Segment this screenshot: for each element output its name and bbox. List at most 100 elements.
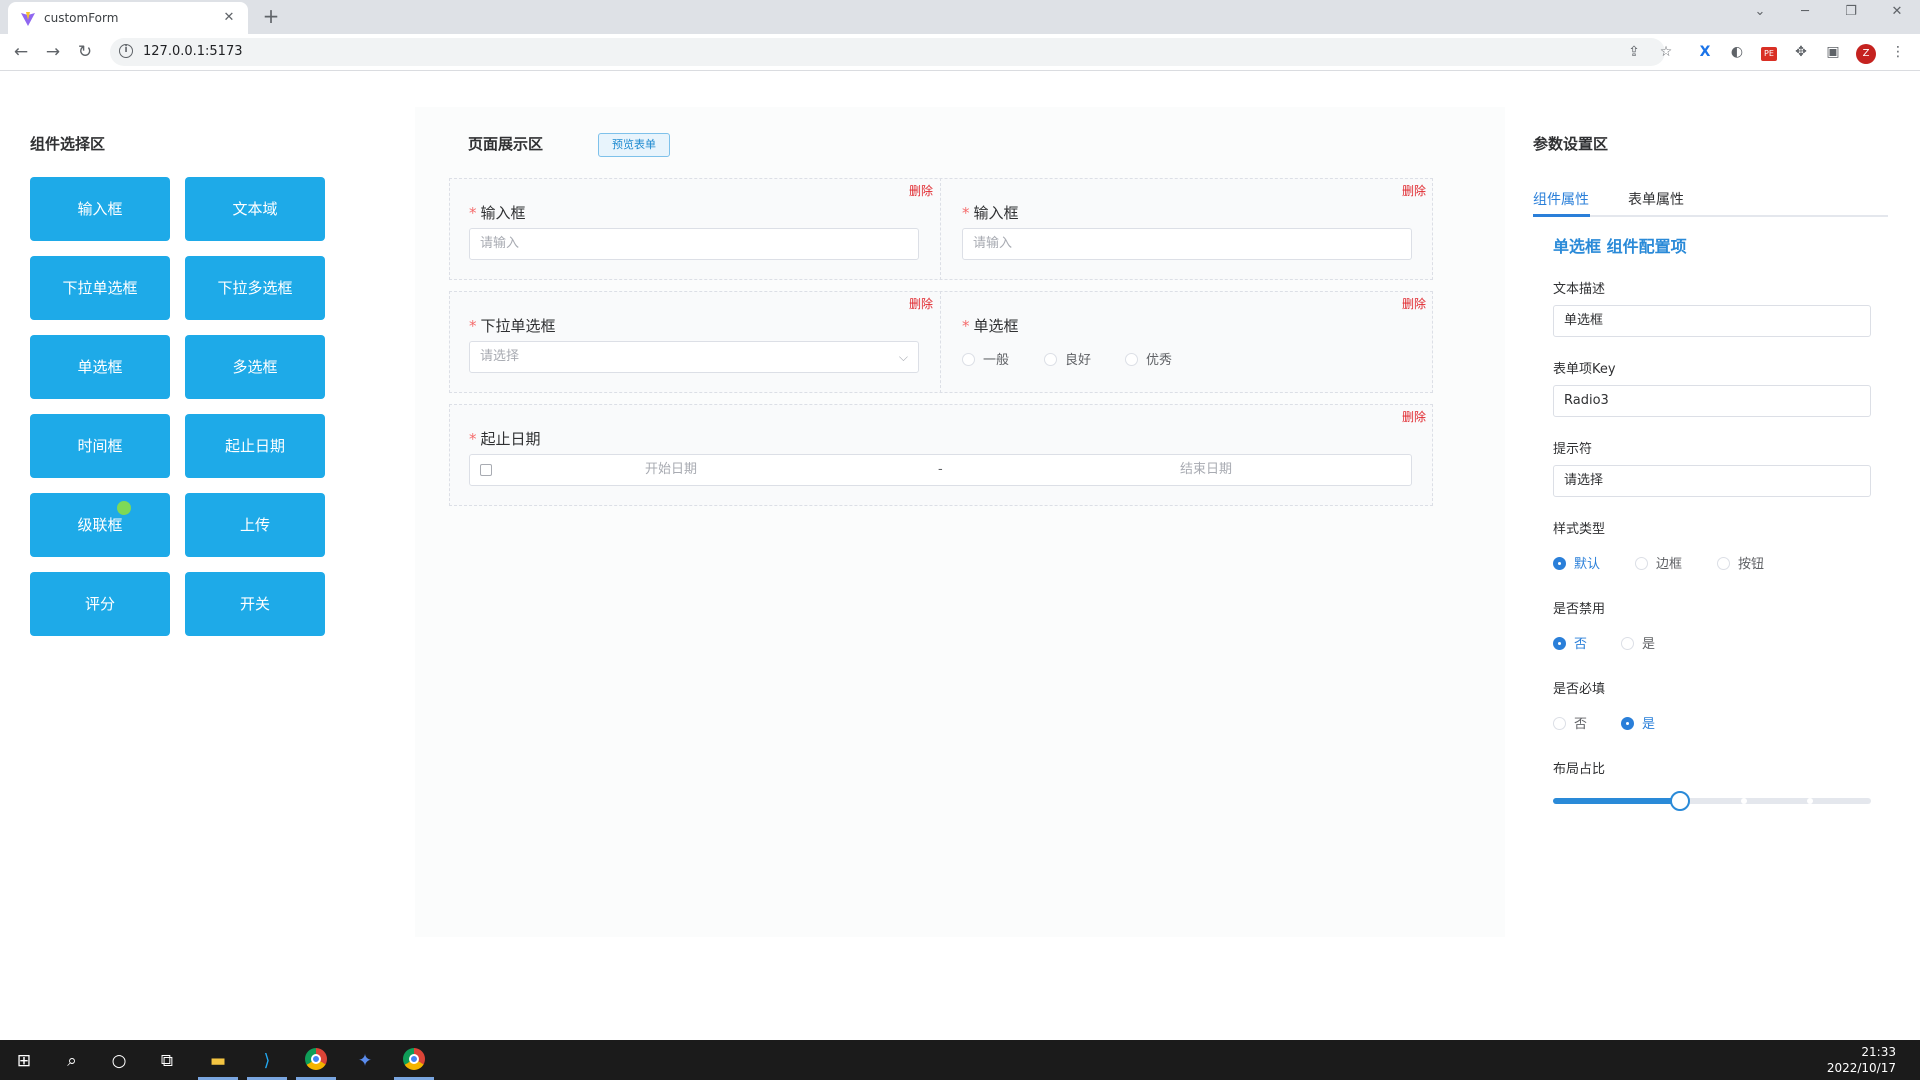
component-button-daterange[interactable]: 起止日期 <box>185 414 325 478</box>
component-button-cascader[interactable]: 级联框 <box>30 493 170 557</box>
reload-icon[interactable]: ↻ <box>74 41 96 63</box>
delete-field-button[interactable]: 删除 <box>909 182 933 199</box>
delete-field-button[interactable]: 删除 <box>909 295 933 312</box>
site-info-icon[interactable]: i <box>119 44 133 58</box>
component-button-radio[interactable]: 单选框 <box>30 335 170 399</box>
required-star: * <box>469 317 477 335</box>
required-label: 是否必填 <box>1553 682 1606 697</box>
feishu-icon[interactable]: ✦ <box>352 1048 378 1074</box>
style-option-default[interactable]: 默认 <box>1553 553 1600 572</box>
component-button-switch[interactable]: 开关 <box>185 572 325 636</box>
slider-stop <box>1741 798 1747 804</box>
radio-option[interactable]: 优秀 <box>1125 349 1172 368</box>
component-button-checkbox[interactable]: 多选框 <box>185 335 325 399</box>
extensions-puzzle-icon[interactable]: ✥ <box>1791 42 1811 62</box>
address-bar[interactable]: i 127.0.0.1:5173 <box>110 38 1665 66</box>
layout-slider-thumb[interactable] <box>1670 791 1690 811</box>
chevron-down-icon: ⌵ <box>898 350 908 364</box>
bookmark-star-icon[interactable]: ☆ <box>1656 42 1676 62</box>
text-desc-label: 文本描述 <box>1553 282 1606 297</box>
placeholder-input[interactable]: 请选择 <box>1553 465 1871 497</box>
menu-kebab-icon[interactable]: ⋮ <box>1888 42 1908 62</box>
radio-checked-icon <box>1553 557 1566 570</box>
share-icon[interactable]: ⇪ <box>1624 42 1644 62</box>
chrome-icon[interactable] <box>401 1048 427 1074</box>
slider-stop <box>1807 798 1813 804</box>
disabled-option-yes[interactable]: 是 <box>1621 633 1655 652</box>
side-panel-icon[interactable]: ▣ <box>1823 42 1843 62</box>
select-field[interactable]: 请选择 ⌵ <box>469 341 919 373</box>
minimize-icon[interactable]: ─ <box>1790 4 1820 19</box>
column-divider <box>940 291 941 393</box>
component-button-select[interactable]: 下拉单选框 <box>30 256 170 320</box>
chrome-icon[interactable] <box>303 1048 329 1074</box>
windows-start-icon[interactable]: ⊞ <box>11 1048 37 1074</box>
radio-circle-icon <box>1125 353 1138 366</box>
component-button-input[interactable]: 输入框 <box>30 177 170 241</box>
layout-ratio-label: 布局占比 <box>1553 762 1606 777</box>
component-button-multiselect[interactable]: 下拉多选框 <box>185 256 325 320</box>
new-tab-icon[interactable]: + <box>260 6 282 28</box>
layout-slider-fill <box>1553 798 1680 804</box>
delete-field-button[interactable]: 删除 <box>1402 295 1426 312</box>
field-label-input-2: * 输入框 <box>962 204 1019 222</box>
input-field-2[interactable]: 请输入 <box>962 228 1412 260</box>
config-section-title: 单选框 组件配置项 <box>1553 237 1687 256</box>
form-key-label: 表单项Key <box>1553 362 1616 377</box>
radio-option[interactable]: 良好 <box>1044 349 1091 368</box>
extension-globe-icon[interactable]: ◐ <box>1727 42 1747 62</box>
style-type-label: 样式类型 <box>1553 522 1606 537</box>
vscode-icon[interactable]: ⟩ <box>254 1048 280 1074</box>
file-explorer-icon[interactable]: ▬ <box>205 1048 231 1074</box>
required-option-yes[interactable]: 是 <box>1621 713 1655 732</box>
required-star: * <box>962 204 970 222</box>
browser-tab[interactable]: customForm ✕ <box>8 2 248 34</box>
placeholder-label: 提示符 <box>1553 442 1593 457</box>
extension-pdf-icon[interactable]: PE <box>1759 42 1779 62</box>
tab-form-props[interactable]: 表单属性 <box>1628 189 1684 209</box>
daterange-field[interactable]: 开始日期 - 结束日期 <box>469 454 1412 486</box>
search-icon[interactable]: ⌕ <box>59 1048 85 1074</box>
input-field-1[interactable]: 请输入 <box>469 228 919 260</box>
cursor-indicator <box>117 501 131 515</box>
disabled-option-no[interactable]: 否 <box>1553 633 1587 652</box>
radio-checked-icon <box>1621 717 1634 730</box>
radio-checked-icon <box>1553 637 1566 650</box>
forward-icon[interactable]: → <box>42 41 64 63</box>
delete-field-button[interactable]: 删除 <box>1402 182 1426 199</box>
component-button-textarea[interactable]: 文本域 <box>185 177 325 241</box>
end-date-placeholder: 结束日期 <box>1180 462 1233 477</box>
select-placeholder: 请选择 <box>480 349 520 364</box>
active-tab-indicator <box>1533 214 1590 217</box>
close-tab-icon[interactable]: ✕ <box>220 9 238 27</box>
radio-option[interactable]: 一般 <box>962 349 1009 368</box>
component-button-upload[interactable]: 上传 <box>185 493 325 557</box>
radio-circle-icon <box>962 353 975 366</box>
back-icon[interactable]: ← <box>10 41 32 63</box>
tab-search-icon[interactable]: ⌄ <box>1745 4 1775 19</box>
delete-field-button[interactable]: 删除 <box>1402 408 1426 425</box>
text-desc-input[interactable]: 单选框 <box>1553 305 1871 337</box>
required-option-no[interactable]: 否 <box>1553 713 1587 732</box>
style-option-border[interactable]: 边框 <box>1635 553 1682 572</box>
disabled-label: 是否禁用 <box>1553 602 1606 617</box>
style-option-button[interactable]: 按钮 <box>1717 553 1764 572</box>
system-clock[interactable]: 21:33 2022/10/17 <box>1827 1044 1896 1076</box>
vite-logo-icon <box>21 12 35 26</box>
component-button-rate[interactable]: 评分 <box>30 572 170 636</box>
tab-component-props[interactable]: 组件属性 <box>1533 189 1589 209</box>
date-separator: - <box>938 462 943 477</box>
preview-form-button[interactable]: 预览表单 <box>598 133 670 157</box>
column-divider <box>940 178 941 280</box>
form-key-input[interactable]: Radio3 <box>1553 385 1871 417</box>
restore-icon[interactable]: ❐ <box>1836 4 1866 19</box>
radio-circle-icon <box>1635 557 1648 570</box>
profile-avatar-icon[interactable]: Z <box>1856 42 1876 64</box>
window-close-icon[interactable]: ✕ <box>1882 4 1912 19</box>
extension-x-icon[interactable]: X <box>1695 42 1715 62</box>
required-star: * <box>962 317 970 335</box>
component-button-time[interactable]: 时间框 <box>30 414 170 478</box>
cortana-icon[interactable]: ○ <box>106 1048 132 1074</box>
task-view-icon[interactable]: ⧉ <box>154 1048 180 1074</box>
tab-title: customForm <box>44 11 119 25</box>
